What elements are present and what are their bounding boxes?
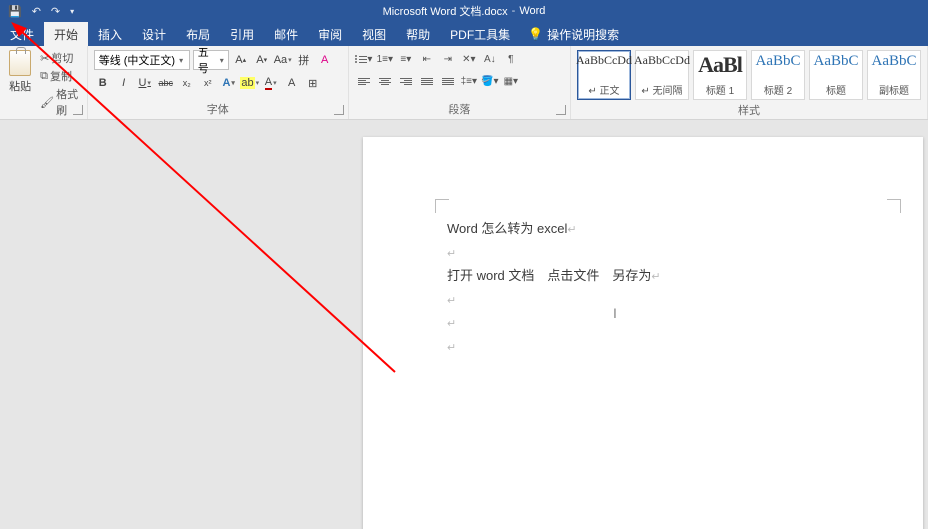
strikethrough-button[interactable]: abc (157, 74, 175, 92)
decrease-indent-button[interactable]: ⇤ (418, 50, 436, 68)
tab-view[interactable]: 视图 (352, 22, 396, 46)
tell-me-label: 操作说明搜索 (547, 26, 619, 43)
copy-icon: ⧉ (40, 70, 48, 83)
para-mark: ↵ (447, 342, 456, 354)
page[interactable]: Word 怎么转为 excel↵ ↵ 打开 word 文档 点击文件 另存为↵ … (363, 137, 923, 529)
document-body[interactable]: Word 怎么转为 excel↵ ↵ 打开 word 文档 点击文件 另存为↵ … (447, 219, 863, 360)
tab-references[interactable]: 引用 (220, 22, 264, 46)
shading-button[interactable]: 🪣▾ (481, 72, 499, 90)
group-paragraph-label: 段落 (349, 99, 570, 119)
phonetic-guide-button[interactable]: 拼 (295, 51, 313, 69)
qat-more-icon[interactable]: ▾ (70, 7, 74, 16)
paragraph-launcher[interactable] (556, 105, 566, 115)
underline-button[interactable]: U▾ (136, 74, 154, 92)
undo-icon[interactable]: ↶ (32, 5, 41, 18)
tab-mailings[interactable]: 邮件 (264, 22, 308, 46)
tab-design[interactable]: 设计 (132, 22, 176, 46)
doc-line-3: 打开 word 文档 点击文件 另存为 (447, 268, 651, 283)
multilevel-button[interactable]: ≡▾ (397, 50, 415, 68)
group-styles: AaBbCcDd ↵ 正文 AaBbCcDd ↵ 无间隔 AaBl 标题 1 A… (571, 46, 928, 119)
tab-pdf-tools[interactable]: PDF工具集 (440, 22, 520, 46)
para-mark: ↵ (447, 295, 456, 307)
change-case-button[interactable]: Aa▾ (274, 51, 292, 69)
save-icon[interactable]: 💾 (8, 5, 22, 18)
redo-icon[interactable]: ↷ (51, 5, 60, 18)
align-right-button[interactable] (397, 72, 415, 90)
style-heading1[interactable]: AaBl 标题 1 (693, 50, 747, 100)
margin-mark-tl (435, 199, 449, 213)
para-mark: ↵ (447, 318, 456, 330)
para-mark: ↵ (567, 224, 576, 236)
distributed-button[interactable] (439, 72, 457, 90)
style-subtitle[interactable]: AaBbC 副标题 (867, 50, 921, 100)
group-font: 等线 (中文正文) 五号 A▴ A▾ Aa▾ 拼 A B I U▾ abc x₂… (88, 46, 349, 119)
scissors-icon: ✂ (40, 52, 49, 65)
line-spacing-button[interactable]: ‡≡▾ (460, 72, 478, 90)
para-mark: ↵ (447, 248, 456, 260)
style-title[interactable]: AaBbC 标题 (809, 50, 863, 100)
clipboard-launcher[interactable] (73, 105, 83, 115)
bullets-button[interactable]: ▾ (355, 50, 373, 68)
sort-button[interactable]: A↓ (481, 50, 499, 68)
char-shading-button[interactable]: A (283, 74, 301, 92)
paste-label: 粘贴 (9, 78, 31, 94)
style-normal[interactable]: AaBbCcDd ↵ 正文 (577, 50, 631, 100)
brush-icon: 🖌 (40, 96, 54, 109)
char-border-button[interactable]: ⊞ (304, 74, 322, 92)
font-launcher[interactable] (334, 105, 344, 115)
ribbon-tabs: 文件 开始 插入 设计 布局 引用 邮件 审阅 视图 帮助 PDF工具集 💡 操… (0, 22, 928, 46)
lightbulb-icon: 💡 (528, 27, 543, 41)
numbering-button[interactable]: 1≡▾ (376, 50, 394, 68)
document-area[interactable]: Word 怎么转为 excel↵ ↵ 打开 word 文档 点击文件 另存为↵ … (0, 120, 928, 529)
align-center-button[interactable] (376, 72, 394, 90)
font-color-button[interactable]: A▾ (262, 74, 280, 92)
tab-review[interactable]: 审阅 (308, 22, 352, 46)
ribbon: 粘贴 ✂剪切 ⧉复制 🖌格式刷 剪贴板 等线 (中文正文) 五号 A▴ A▾ A… (0, 46, 928, 120)
shrink-font-button[interactable]: A▾ (253, 51, 271, 69)
group-paragraph: ▾ 1≡▾ ≡▾ ⇤ ⇥ ✕▾ A↓ ¶ ‡≡▾ 🪣▾ (349, 46, 571, 119)
highlight-button[interactable]: ab▾ (241, 74, 259, 92)
paste-button[interactable]: 粘贴 (6, 50, 34, 94)
font-size-combo[interactable]: 五号 (193, 50, 229, 70)
asian-layout-button[interactable]: ✕▾ (460, 50, 478, 68)
tab-home[interactable]: 开始 (44, 22, 88, 46)
para-mark: ↵ (651, 271, 660, 283)
group-font-label: 字体 (88, 99, 348, 119)
clipboard-icon (9, 50, 31, 76)
title-bar: 💾 ↶ ↷ ▾ Microsoft Word 文档.docx - Word (0, 0, 928, 22)
show-marks-button[interactable]: ¶ (502, 50, 520, 68)
margin-mark-tr (887, 199, 901, 213)
style-heading2[interactable]: AaBbC 标题 2 (751, 50, 805, 100)
bold-button[interactable]: B (94, 74, 112, 92)
style-no-spacing[interactable]: AaBbCcDd ↵ 无间隔 (635, 50, 689, 100)
tell-me[interactable]: 💡 操作说明搜索 (520, 22, 619, 46)
grow-font-button[interactable]: A▴ (232, 51, 250, 69)
doc-name: Microsoft Word 文档.docx (383, 3, 508, 19)
tab-insert[interactable]: 插入 (88, 22, 132, 46)
superscript-button[interactable]: x² (199, 74, 217, 92)
quick-access-toolbar: 💾 ↶ ↷ ▾ (0, 5, 74, 18)
doc-line-1: Word 怎么转为 excel (447, 221, 567, 236)
group-styles-label: 样式 (571, 100, 927, 120)
copy-button[interactable]: ⧉复制 (40, 68, 81, 84)
cut-button[interactable]: ✂剪切 (40, 50, 81, 66)
group-clipboard: 粘贴 ✂剪切 ⧉复制 🖌格式刷 剪贴板 (0, 46, 88, 119)
increase-indent-button[interactable]: ⇥ (439, 50, 457, 68)
borders-button[interactable]: ▦▾ (502, 72, 520, 90)
text-effects-button[interactable]: A▾ (220, 74, 238, 92)
italic-button[interactable]: I (115, 74, 133, 92)
clear-format-button[interactable]: A (316, 51, 334, 69)
tab-help[interactable]: 帮助 (396, 22, 440, 46)
tab-layout[interactable]: 布局 (176, 22, 220, 46)
text-cursor-icon: I (613, 305, 617, 321)
tab-file[interactable]: 文件 (0, 22, 44, 46)
justify-button[interactable] (418, 72, 436, 90)
app-name: Word (519, 5, 545, 17)
subscript-button[interactable]: x₂ (178, 74, 196, 92)
font-name-combo[interactable]: 等线 (中文正文) (94, 50, 190, 70)
title-sep: - (512, 5, 516, 17)
align-left-button[interactable] (355, 72, 373, 90)
window-title: Microsoft Word 文档.docx - Word (383, 3, 546, 19)
